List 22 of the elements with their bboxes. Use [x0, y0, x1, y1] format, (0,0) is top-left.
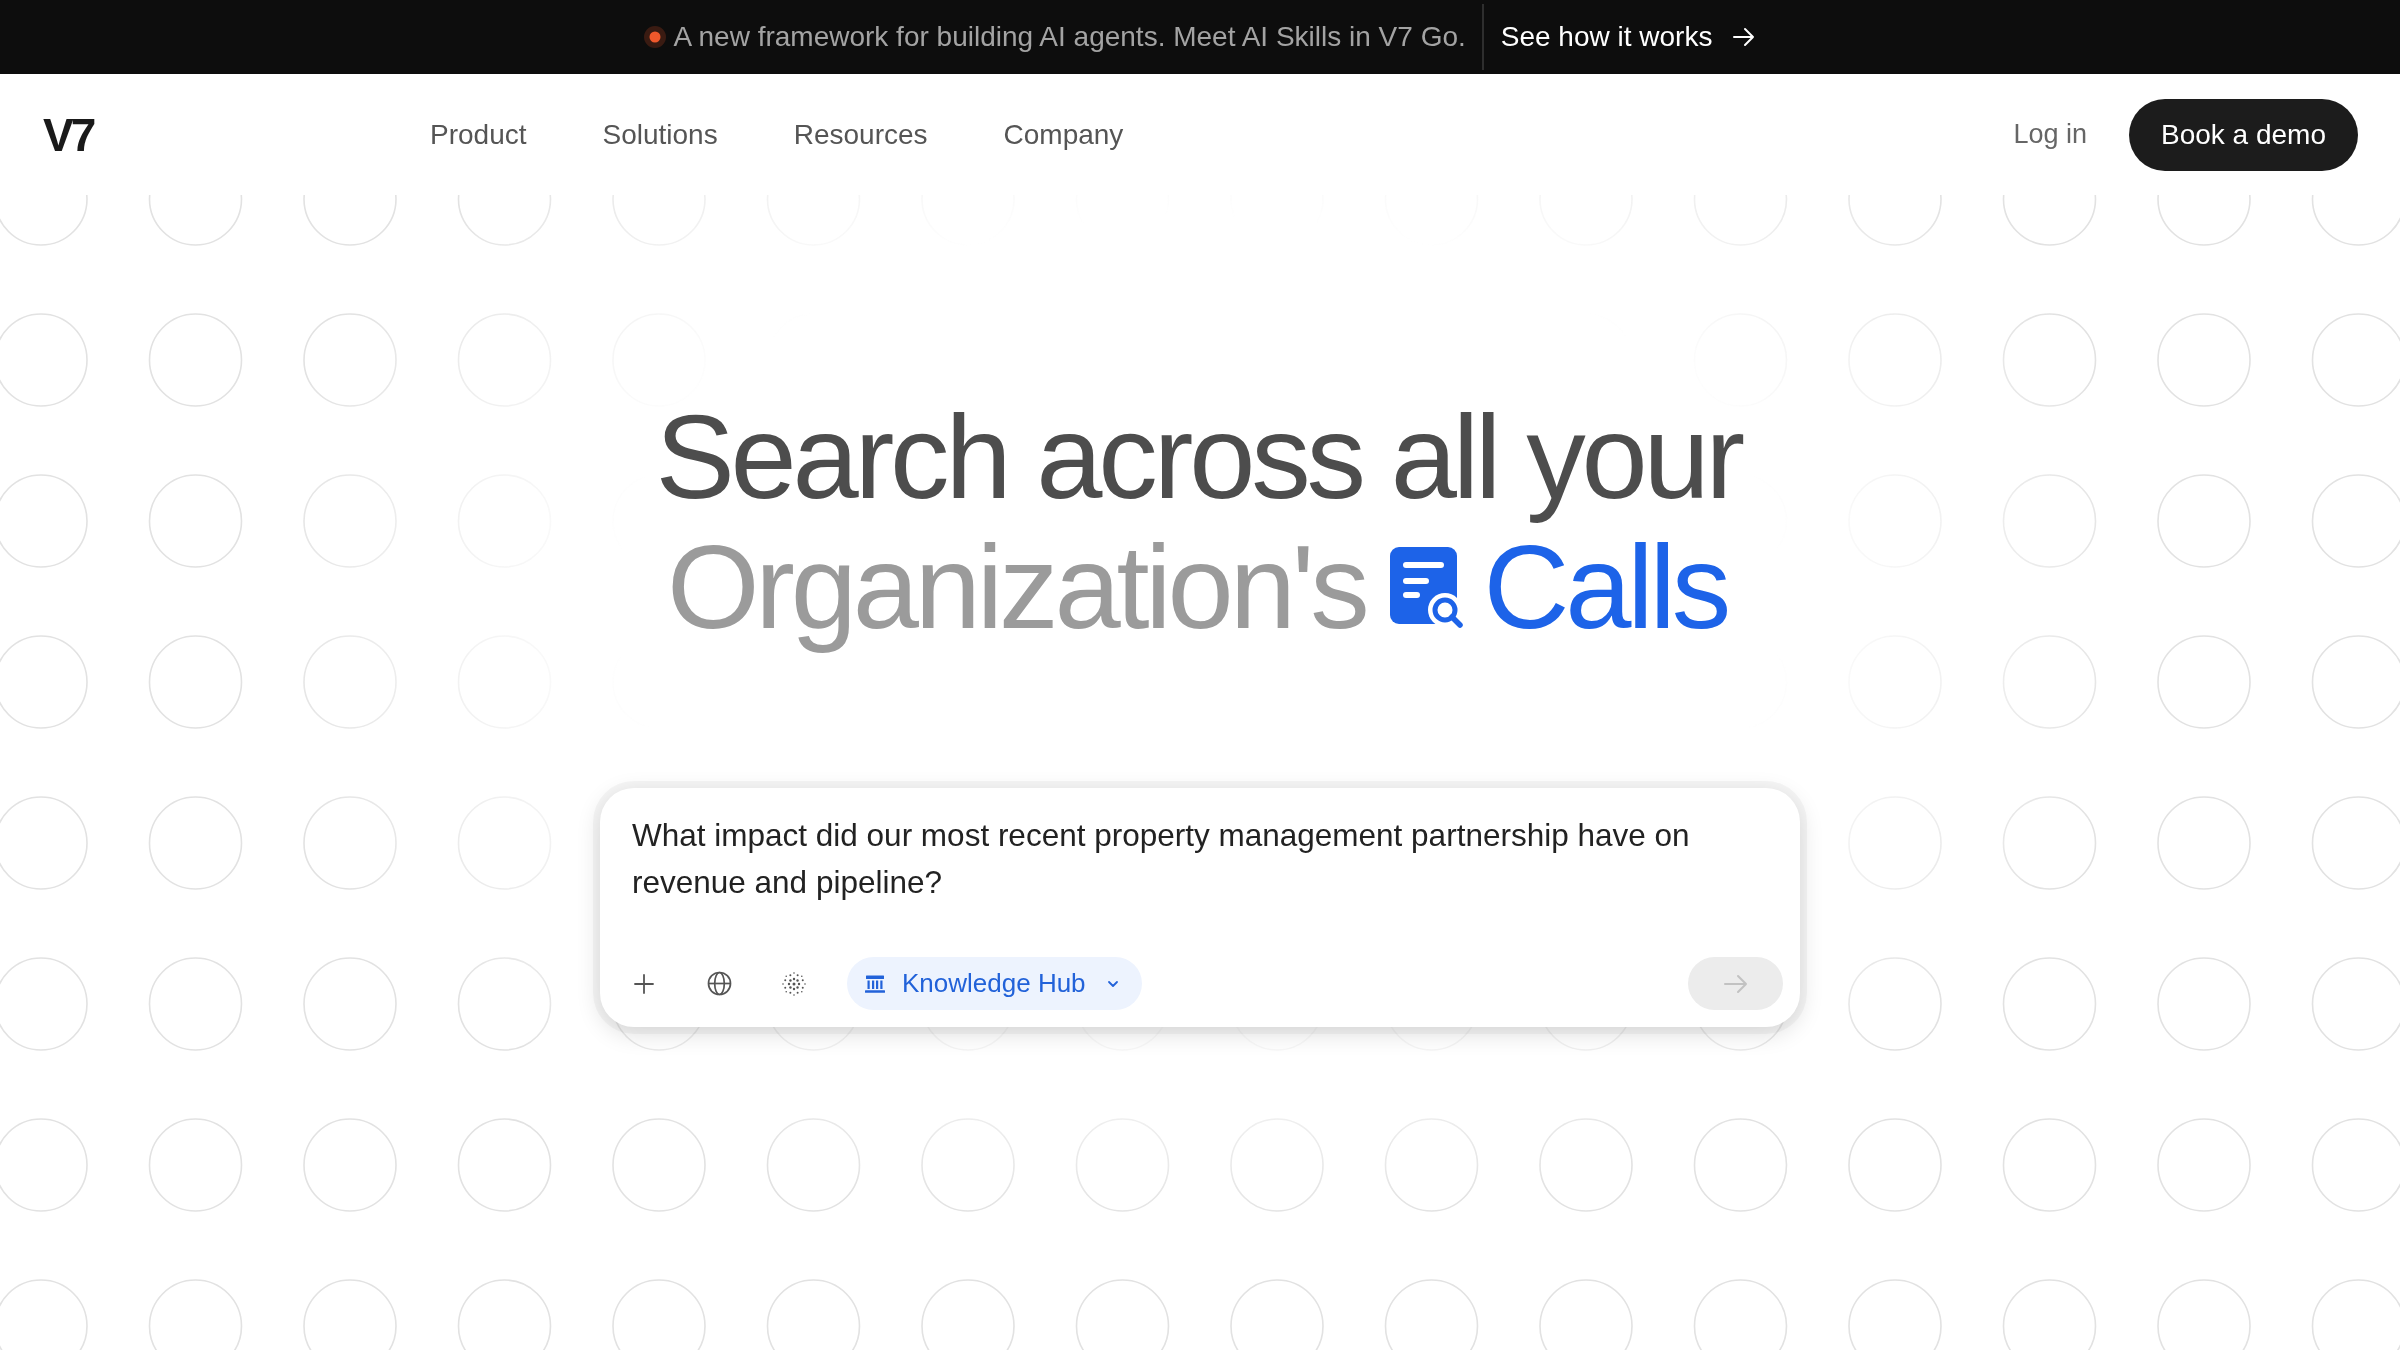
source-selector[interactable]: Knowledge Hub — [847, 957, 1142, 1010]
prompt-input[interactable]: What impact did our most recent property management partnership have on revenue and pipeline? — [632, 812, 1763, 906]
nav-link[interactable]: Solutions — [602, 118, 718, 151]
nav-link[interactable]: Company — [1003, 118, 1124, 151]
login-link[interactable]: Log in — [2013, 119, 2087, 150]
hero-heading-subject: Organization's — [666, 522, 1367, 652]
globe-icon — [706, 971, 732, 996]
document-search-icon — [1390, 547, 1465, 628]
arrow-right-icon — [1722, 973, 1749, 994]
nav-link[interactable]: Product — [430, 118, 527, 151]
book-demo-button[interactable]: Book a demo — [2129, 98, 2358, 171]
plus-icon — [633, 972, 655, 995]
dots-icon — [781, 970, 807, 997]
hero-heading: Search across all your — [654, 392, 1743, 522]
nav-link[interactable]: Resources — [793, 118, 928, 151]
logo[interactable]: V7 — [43, 111, 97, 158]
arrow-right-icon — [1732, 27, 1757, 47]
dot-icon — [643, 26, 666, 48]
announcement-text: A new framework for building AI agents. Meet AI Skills in V7 Go. — [673, 21, 1466, 53]
hero-heading-highlight: Calls — [1483, 522, 1728, 652]
chevron-down-icon — [1105, 978, 1120, 989]
see-how-it-works-link[interactable]: See how it works — [1500, 21, 1757, 53]
